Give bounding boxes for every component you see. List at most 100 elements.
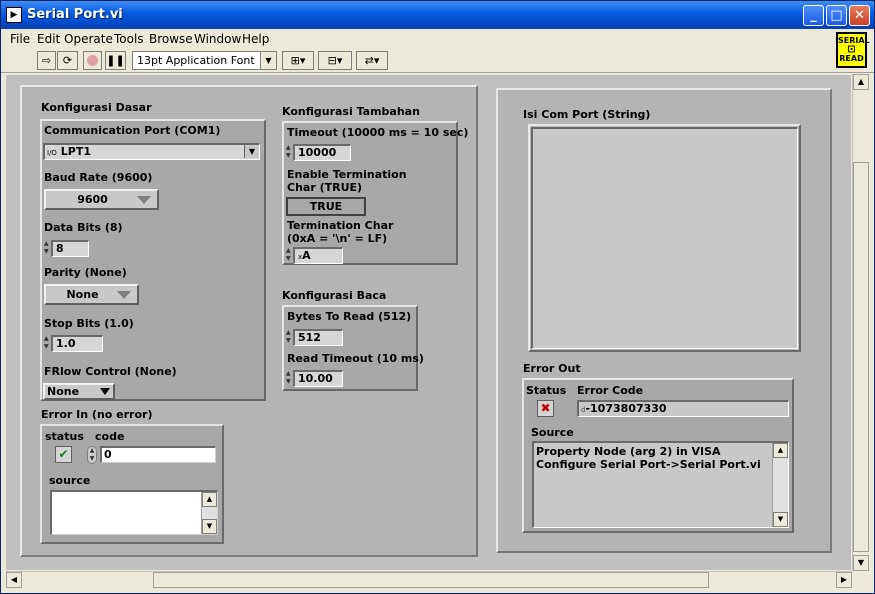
- stop-bits-spinner-icon[interactable]: ▲ ▼: [44, 335, 51, 352]
- vi-icon-glyph: ⊡: [847, 44, 856, 55]
- konfigurasi-baca-cluster: Bytes To Read (512) ▲ ▼ 512 Read Timeout …: [282, 305, 424, 391]
- parity-label: Parity (None): [44, 266, 127, 279]
- timeout-label: Timeout (10000 ms = 10 sec): [287, 126, 469, 139]
- isi-com-port-string[interactable]: [528, 124, 801, 352]
- baud-rate-ring[interactable]: 9600: [44, 189, 159, 210]
- menu-window[interactable]: Window: [194, 32, 241, 46]
- abort-icon[interactable]: [83, 51, 102, 70]
- error-out-source-label: Source: [531, 426, 574, 439]
- title-bar: ▶ Serial Port.vi _ □ ✕: [1, 1, 874, 29]
- data-bits-spinner-icon[interactable]: ▲ ▼: [44, 240, 51, 257]
- termination-char-value: A: [302, 249, 311, 262]
- align-objects-icon[interactable]: ⊞▾: [282, 51, 314, 70]
- data-bits-input[interactable]: 8: [51, 240, 89, 257]
- menu-help[interactable]: Help: [242, 32, 269, 46]
- error-in-code-input[interactable]: 0: [100, 446, 216, 463]
- stop-bits-input[interactable]: 1.0: [51, 335, 103, 352]
- stop-bits-label: Stop Bits (1.0): [44, 317, 134, 330]
- baud-rate-label: Baud Rate (9600): [44, 171, 153, 184]
- error-in-status-label: status: [45, 430, 84, 443]
- menu-edit[interactable]: Edit: [37, 32, 60, 46]
- termination-char-spinner-icon[interactable]: ▲ ▼: [286, 247, 293, 264]
- x-icon: ✖: [537, 400, 554, 417]
- scroll-thumb[interactable]: [853, 162, 869, 552]
- menu-browse[interactable]: Browse: [149, 32, 193, 46]
- right-decoration: Isi Com Port (String) Error Out Status E…: [496, 88, 832, 553]
- chevron-down-icon: ▼: [260, 52, 276, 69]
- bytes-to-read-input[interactable]: 512: [293, 329, 343, 346]
- run-arrow-icon[interactable]: ⇨: [37, 51, 56, 70]
- dropdown-triangle-icon: [117, 291, 131, 299]
- menu-operate[interactable]: Operate: [64, 32, 113, 46]
- distribute-objects-icon[interactable]: ⊟▾: [318, 51, 352, 70]
- scroll-up-icon[interactable]: ▲: [773, 443, 788, 458]
- scroll-down-icon[interactable]: ▼: [773, 512, 788, 527]
- window-title: Serial Port.vi: [27, 7, 123, 22]
- enable-termination-label-1: Enable Termination: [287, 168, 407, 181]
- error-in-cluster: status code ✔ ▲ ▼ 0 source ▲ ▼: [40, 424, 224, 544]
- scroll-down-icon[interactable]: ▼: [202, 519, 217, 534]
- minimize-button[interactable]: _: [803, 5, 824, 26]
- timeout-spinner-icon[interactable]: ▲ ▼: [286, 144, 293, 161]
- scroll-right-icon[interactable]: ▶: [836, 572, 852, 588]
- close-button[interactable]: ✕: [849, 5, 870, 26]
- error-out-source-scrollbar[interactable]: ▲ ▼: [772, 443, 788, 527]
- read-timeout-spinner-icon[interactable]: ▲ ▼: [286, 370, 293, 387]
- reorder-icon[interactable]: ⇄▾: [356, 51, 388, 70]
- timeout-input[interactable]: 10000: [293, 144, 351, 161]
- run-continuous-icon[interactable]: ⟳: [57, 51, 78, 70]
- baud-rate-value: 9600: [77, 193, 108, 206]
- scroll-left-icon[interactable]: ◀: [6, 572, 22, 588]
- error-out-source-value: Property Node (arg 2) in VISA Configure …: [536, 445, 761, 471]
- error-out-source-text[interactable]: Property Node (arg 2) in VISA Configure …: [532, 441, 789, 528]
- termination-char-label-1: Termination Char: [287, 219, 394, 232]
- chevron-down-icon: [100, 388, 110, 395]
- bytes-to-read-label: Bytes To Read (512): [287, 310, 412, 323]
- comm-port-value: LPT1: [60, 145, 92, 158]
- enable-termination-button[interactable]: TRUE: [286, 197, 366, 216]
- maximize-button[interactable]: □: [826, 5, 847, 26]
- panel-vertical-scrollbar[interactable]: ▲ ▼: [852, 74, 869, 571]
- error-out-cluster: Status Error Code ✖ d-1073807330 Source …: [522, 378, 794, 533]
- left-decoration: Konfigurasi Dasar Communication Port (CO…: [20, 85, 478, 557]
- konfigurasi-dasar-title: Konfigurasi Dasar: [41, 101, 152, 114]
- vi-connector-icon: SERIAL ⊡ READ: [836, 32, 870, 68]
- flow-control-ring[interactable]: None: [43, 383, 115, 400]
- isi-com-port-title: Isi Com Port (String): [523, 108, 651, 121]
- error-out-title: Error Out: [523, 362, 581, 375]
- error-out-code-label: Error Code: [577, 384, 644, 397]
- scroll-up-icon[interactable]: ▲: [202, 492, 217, 507]
- menu-file[interactable]: File: [10, 32, 30, 46]
- termination-char-input[interactable]: xA: [293, 247, 343, 264]
- error-in-source-scrollbar[interactable]: ▲ ▼: [201, 492, 217, 534]
- read-timeout-input[interactable]: 10.00: [293, 370, 343, 387]
- panel-horizontal-scrollbar[interactable]: ◀ ▶: [6, 571, 852, 588]
- chevron-down-icon[interactable]: ▼: [244, 145, 259, 158]
- vi-icon-line2: READ: [839, 54, 864, 63]
- scroll-down-icon[interactable]: ▼: [853, 555, 869, 571]
- scroll-thumb[interactable]: [153, 572, 709, 588]
- data-bits-label: Data Bits (8): [44, 221, 123, 234]
- konfigurasi-dasar-cluster: Communication Port (COM1) I/O LPT1 ▼ Bau…: [40, 119, 266, 401]
- front-panel: Konfigurasi Dasar Communication Port (CO…: [6, 75, 851, 570]
- code-spinner-icon[interactable]: ▲ ▼: [87, 446, 97, 464]
- scroll-up-icon[interactable]: ▲: [853, 74, 869, 90]
- isi-com-port-value: [531, 127, 798, 349]
- comm-port-select[interactable]: I/O LPT1 ▼: [43, 143, 260, 160]
- bytes-to-read-spinner-icon[interactable]: ▲ ▼: [286, 329, 293, 346]
- check-icon[interactable]: ✔: [55, 446, 72, 463]
- konfigurasi-tambahan-title: Konfigurasi Tambahan: [282, 105, 420, 118]
- dropdown-triangle-icon: [137, 196, 151, 204]
- menu-bar: File Edit Operate Tools Browse Window He…: [1, 29, 874, 49]
- font-select[interactable]: 13pt Application Font ▼: [132, 51, 277, 70]
- flow-control-label: FRlow Control (None): [44, 365, 177, 378]
- parity-value: None: [66, 288, 99, 301]
- parity-ring[interactable]: None: [44, 284, 139, 305]
- pause-icon[interactable]: ❚❚: [105, 51, 126, 70]
- font-select-value: 13pt Application Font: [137, 54, 255, 67]
- error-out-code-value: -1073807330: [585, 402, 667, 415]
- vi-app-icon: ▶: [6, 7, 22, 23]
- enable-termination-label-2: Char (TRUE): [287, 181, 363, 194]
- menu-tools[interactable]: Tools: [114, 32, 144, 46]
- error-in-source-text[interactable]: ▲ ▼: [50, 490, 218, 535]
